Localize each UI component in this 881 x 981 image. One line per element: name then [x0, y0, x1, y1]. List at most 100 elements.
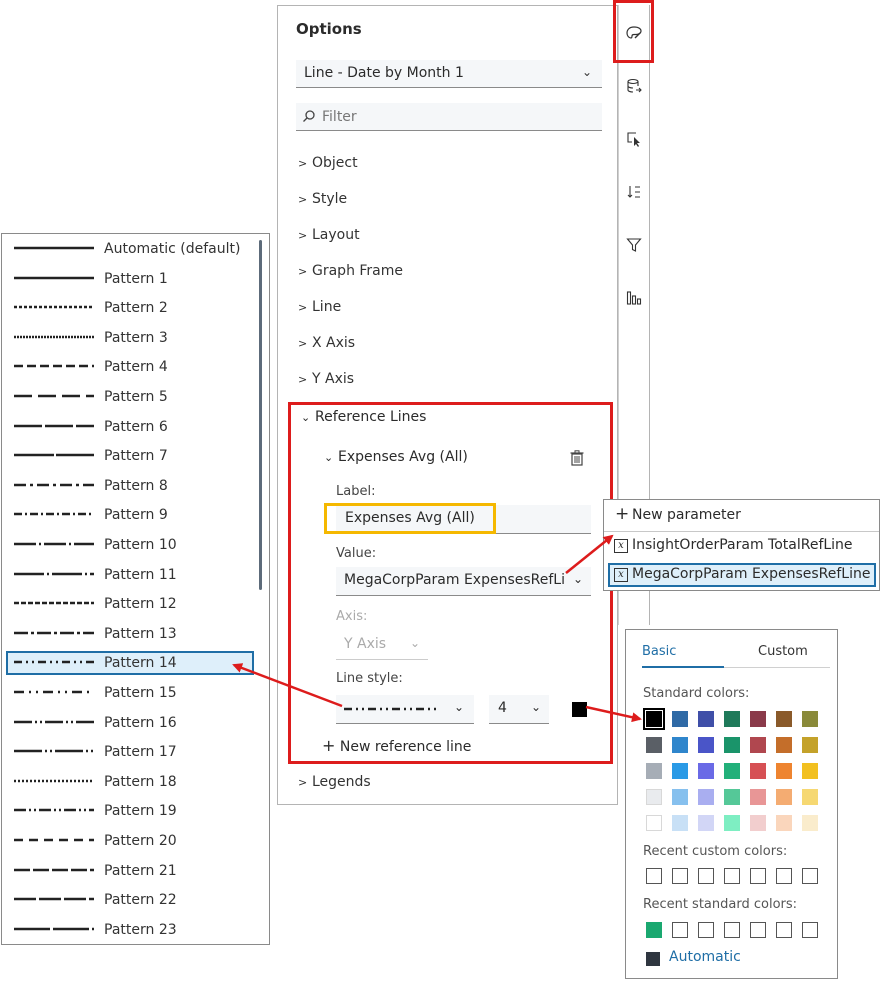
new-reference-line-button[interactable]: + New reference line — [322, 736, 471, 755]
color-swatch[interactable] — [646, 763, 662, 779]
color-swatch[interactable] — [646, 737, 662, 753]
data-icon[interactable] — [626, 78, 642, 94]
pattern-option[interactable]: Pattern 10 — [6, 533, 254, 557]
color-swatch[interactable] — [643, 708, 665, 730]
empty-color-slot[interactable] — [724, 922, 740, 938]
color-swatch[interactable] — [672, 789, 688, 805]
color-swatch[interactable] — [646, 789, 662, 805]
pattern-option[interactable]: Pattern 3 — [6, 326, 254, 350]
pattern-option[interactable]: Pattern 5 — [6, 385, 254, 409]
empty-color-slot[interactable] — [776, 868, 792, 884]
empty-color-slot[interactable] — [776, 922, 792, 938]
graph-select[interactable]: Line - Date by Month 1 ⌄ — [296, 60, 602, 88]
chart-bar-icon[interactable] — [626, 290, 642, 306]
section-line[interactable]: > Line — [298, 299, 341, 315]
empty-color-slot[interactable] — [646, 868, 662, 884]
parameter-option-selected[interactable]: x MegaCorpParam ExpensesRefLine — [608, 563, 876, 587]
empty-color-slot[interactable] — [802, 922, 818, 938]
color-swatch[interactable] — [802, 737, 818, 753]
pattern-option[interactable]: Pattern 12 — [6, 592, 254, 616]
color-swatch[interactable] — [776, 789, 792, 805]
color-swatch[interactable] — [750, 763, 766, 779]
pattern-option[interactable]: Pattern 17 — [6, 740, 254, 764]
color-swatch[interactable] — [672, 815, 688, 831]
pattern-option[interactable]: Pattern 13 — [6, 622, 254, 646]
automatic-color-swatch[interactable] — [646, 952, 660, 966]
pattern-option[interactable]: Pattern 9 — [6, 503, 254, 527]
tab-basic[interactable]: Basic — [642, 644, 676, 659]
empty-color-slot[interactable] — [672, 868, 688, 884]
line-color-swatch[interactable] — [572, 702, 587, 717]
section-graph-frame[interactable]: > Graph Frame — [298, 263, 403, 279]
recent-color-swatch[interactable] — [646, 922, 662, 938]
automatic-color-option[interactable]: Automatic — [669, 949, 741, 965]
section-style[interactable]: > Style — [298, 191, 347, 207]
color-swatch[interactable] — [750, 815, 766, 831]
parameter-option[interactable]: x InsightOrderParam TotalRefLine — [608, 534, 876, 558]
line-style-select[interactable]: ⌄ — [336, 695, 474, 724]
pattern-option[interactable]: Pattern 23 — [6, 918, 254, 942]
color-swatch[interactable] — [724, 763, 740, 779]
color-swatch[interactable] — [776, 763, 792, 779]
empty-color-slot[interactable] — [750, 868, 766, 884]
section-legends[interactable]: > Legends — [298, 774, 371, 790]
color-swatch[interactable] — [672, 737, 688, 753]
color-swatch[interactable] — [724, 815, 740, 831]
pattern-option[interactable]: Pattern 18 — [6, 770, 254, 794]
color-swatch[interactable] — [698, 737, 714, 753]
section-x-axis[interactable]: > X Axis — [298, 335, 355, 351]
pattern-option[interactable]: Pattern 7 — [6, 444, 254, 468]
color-swatch[interactable] — [776, 737, 792, 753]
color-swatch[interactable] — [776, 815, 792, 831]
color-swatch[interactable] — [802, 763, 818, 779]
pattern-option[interactable]: Pattern 20 — [6, 829, 254, 853]
color-swatch[interactable] — [672, 711, 688, 727]
reference-line-item-header[interactable]: ⌄ Expenses Avg (All) — [324, 449, 468, 465]
select-icon[interactable] — [626, 131, 642, 147]
empty-color-slot[interactable] — [750, 922, 766, 938]
empty-color-slot[interactable] — [672, 922, 688, 938]
tab-custom[interactable]: Custom — [758, 644, 808, 659]
color-swatch[interactable] — [672, 763, 688, 779]
pattern-option[interactable]: Pattern 4 — [6, 355, 254, 379]
trash-icon[interactable] — [570, 450, 584, 466]
color-swatch[interactable] — [724, 711, 740, 727]
pattern-option[interactable]: Pattern 6 — [6, 415, 254, 439]
pattern-option[interactable]: Pattern 2 — [6, 296, 254, 320]
empty-color-slot[interactable] — [698, 922, 714, 938]
pattern-option[interactable]: Pattern 19 — [6, 799, 254, 823]
color-swatch[interactable] — [698, 763, 714, 779]
scrollbar[interactable] — [259, 240, 262, 590]
color-swatch[interactable] — [802, 815, 818, 831]
color-swatch[interactable] — [750, 789, 766, 805]
color-swatch[interactable] — [776, 711, 792, 727]
sort-icon[interactable] — [626, 184, 642, 200]
empty-color-slot[interactable] — [724, 868, 740, 884]
pattern-option[interactable]: Automatic (default) — [6, 237, 254, 261]
empty-color-slot[interactable] — [802, 868, 818, 884]
color-swatch[interactable] — [750, 711, 766, 727]
pattern-option[interactable]: Pattern 22 — [6, 888, 254, 912]
pattern-option[interactable]: Pattern 8 — [6, 474, 254, 498]
pattern-option[interactable]: Pattern 16 — [6, 711, 254, 735]
section-object[interactable]: > Object — [298, 155, 358, 171]
pattern-option[interactable]: Pattern 21 — [6, 859, 254, 883]
color-swatch[interactable] — [724, 789, 740, 805]
filter-icon[interactable] — [626, 237, 642, 253]
filter-box[interactable] — [296, 103, 602, 131]
section-layout[interactable]: > Layout — [298, 227, 360, 243]
color-swatch[interactable] — [646, 815, 662, 831]
color-swatch[interactable] — [750, 737, 766, 753]
section-y-axis[interactable]: > Y Axis — [298, 371, 354, 387]
new-parameter-option[interactable]: + New parameter — [608, 504, 876, 528]
filter-input[interactable] — [320, 106, 594, 128]
pattern-option[interactable]: Pattern 11 — [6, 563, 254, 587]
value-select[interactable]: MegaCorpParam ExpensesRefLine ⌄ — [336, 567, 591, 596]
color-swatch[interactable] — [698, 815, 714, 831]
color-swatch[interactable] — [698, 711, 714, 727]
color-swatch[interactable] — [802, 789, 818, 805]
color-swatch[interactable] — [724, 737, 740, 753]
color-swatch[interactable] — [802, 711, 818, 727]
pattern-option[interactable]: Pattern 15 — [6, 681, 254, 705]
empty-color-slot[interactable] — [698, 868, 714, 884]
